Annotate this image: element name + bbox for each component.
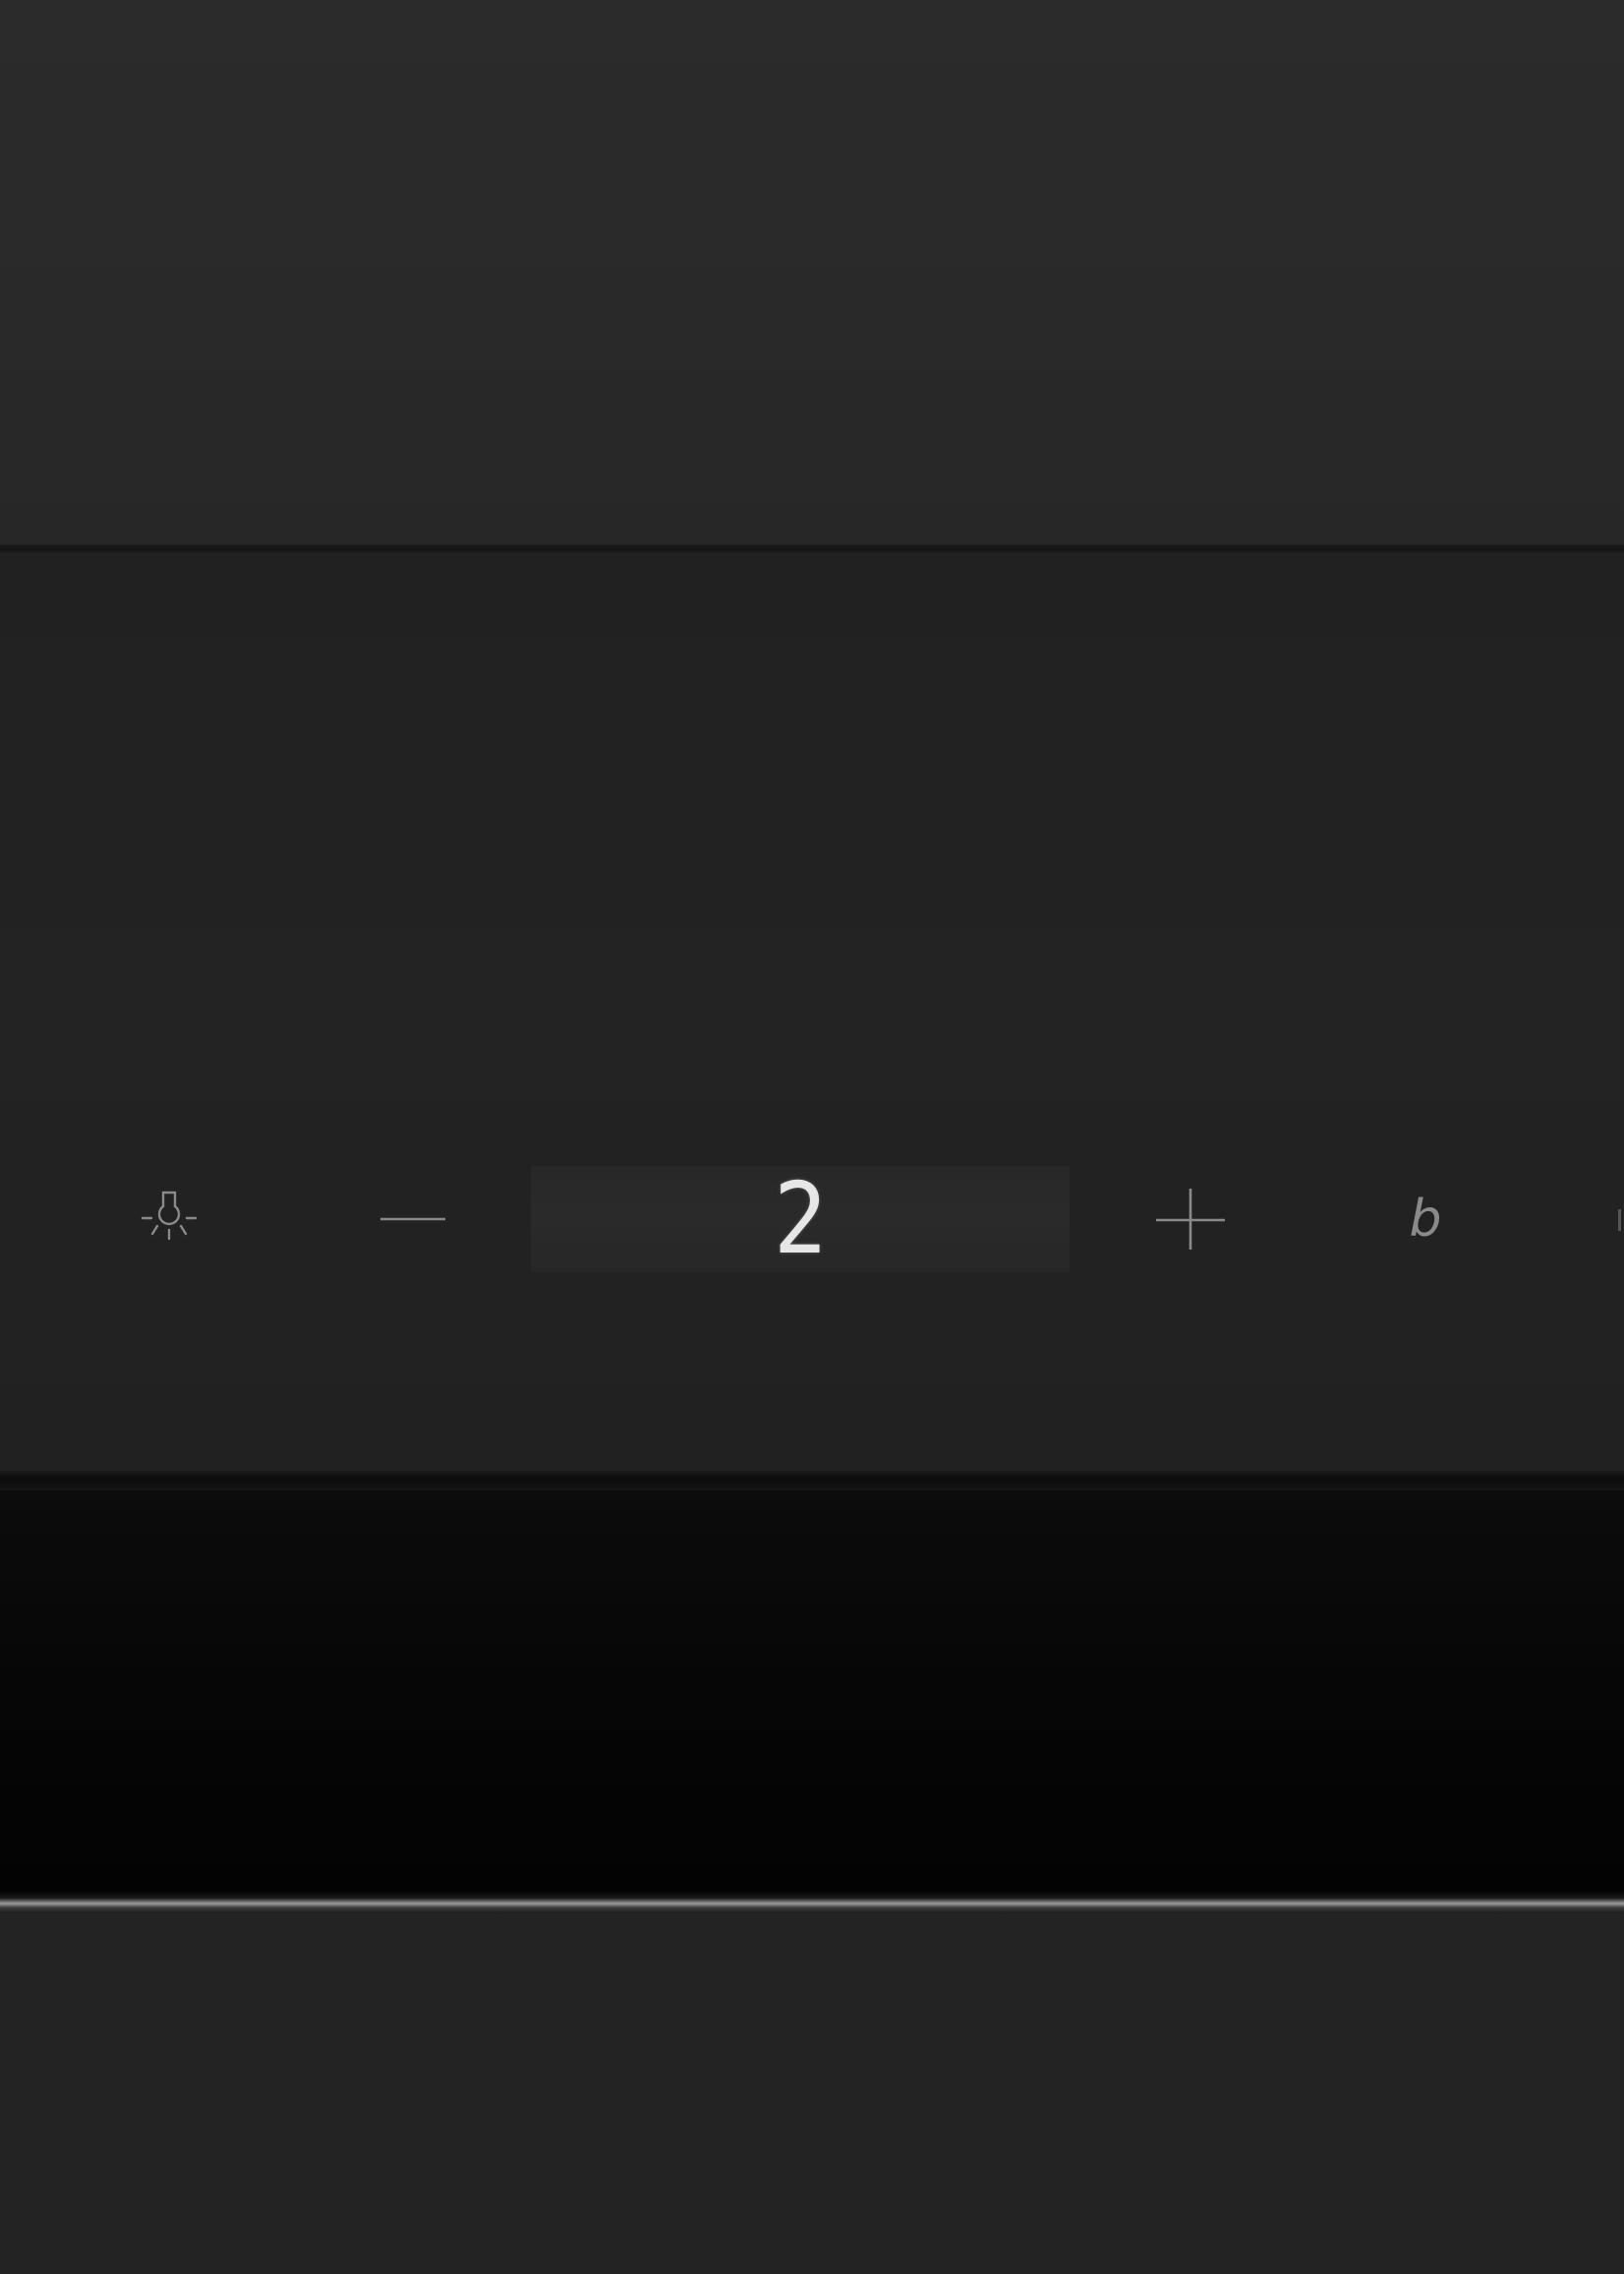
hood-top-panel [0,0,1624,549]
fan-level-display: 2 [531,1166,1070,1272]
panel-lower-seam [0,1471,1624,1490]
chrome-trim [0,1892,1624,1913]
minus-button[interactable] [364,1185,452,1254]
plus-icon [1156,1189,1225,1250]
boost-label: b [1409,1190,1442,1249]
minus-icon [380,1217,445,1221]
fan-level-digit: 2 [773,1161,828,1276]
panel-seam [0,545,1624,553]
light-bulb-icon [141,1191,198,1241]
plus-button[interactable] [1143,1185,1232,1254]
control-panel [0,553,1624,1475]
edge-marker [1618,1209,1621,1231]
light-button[interactable] [125,1185,213,1254]
glass-strip [0,1490,1624,1892]
hood-bottom-panel [0,1913,1624,2274]
boost-button[interactable]: b [1381,1185,1470,1254]
range-hood-scene: 2 b [0,0,1624,2274]
